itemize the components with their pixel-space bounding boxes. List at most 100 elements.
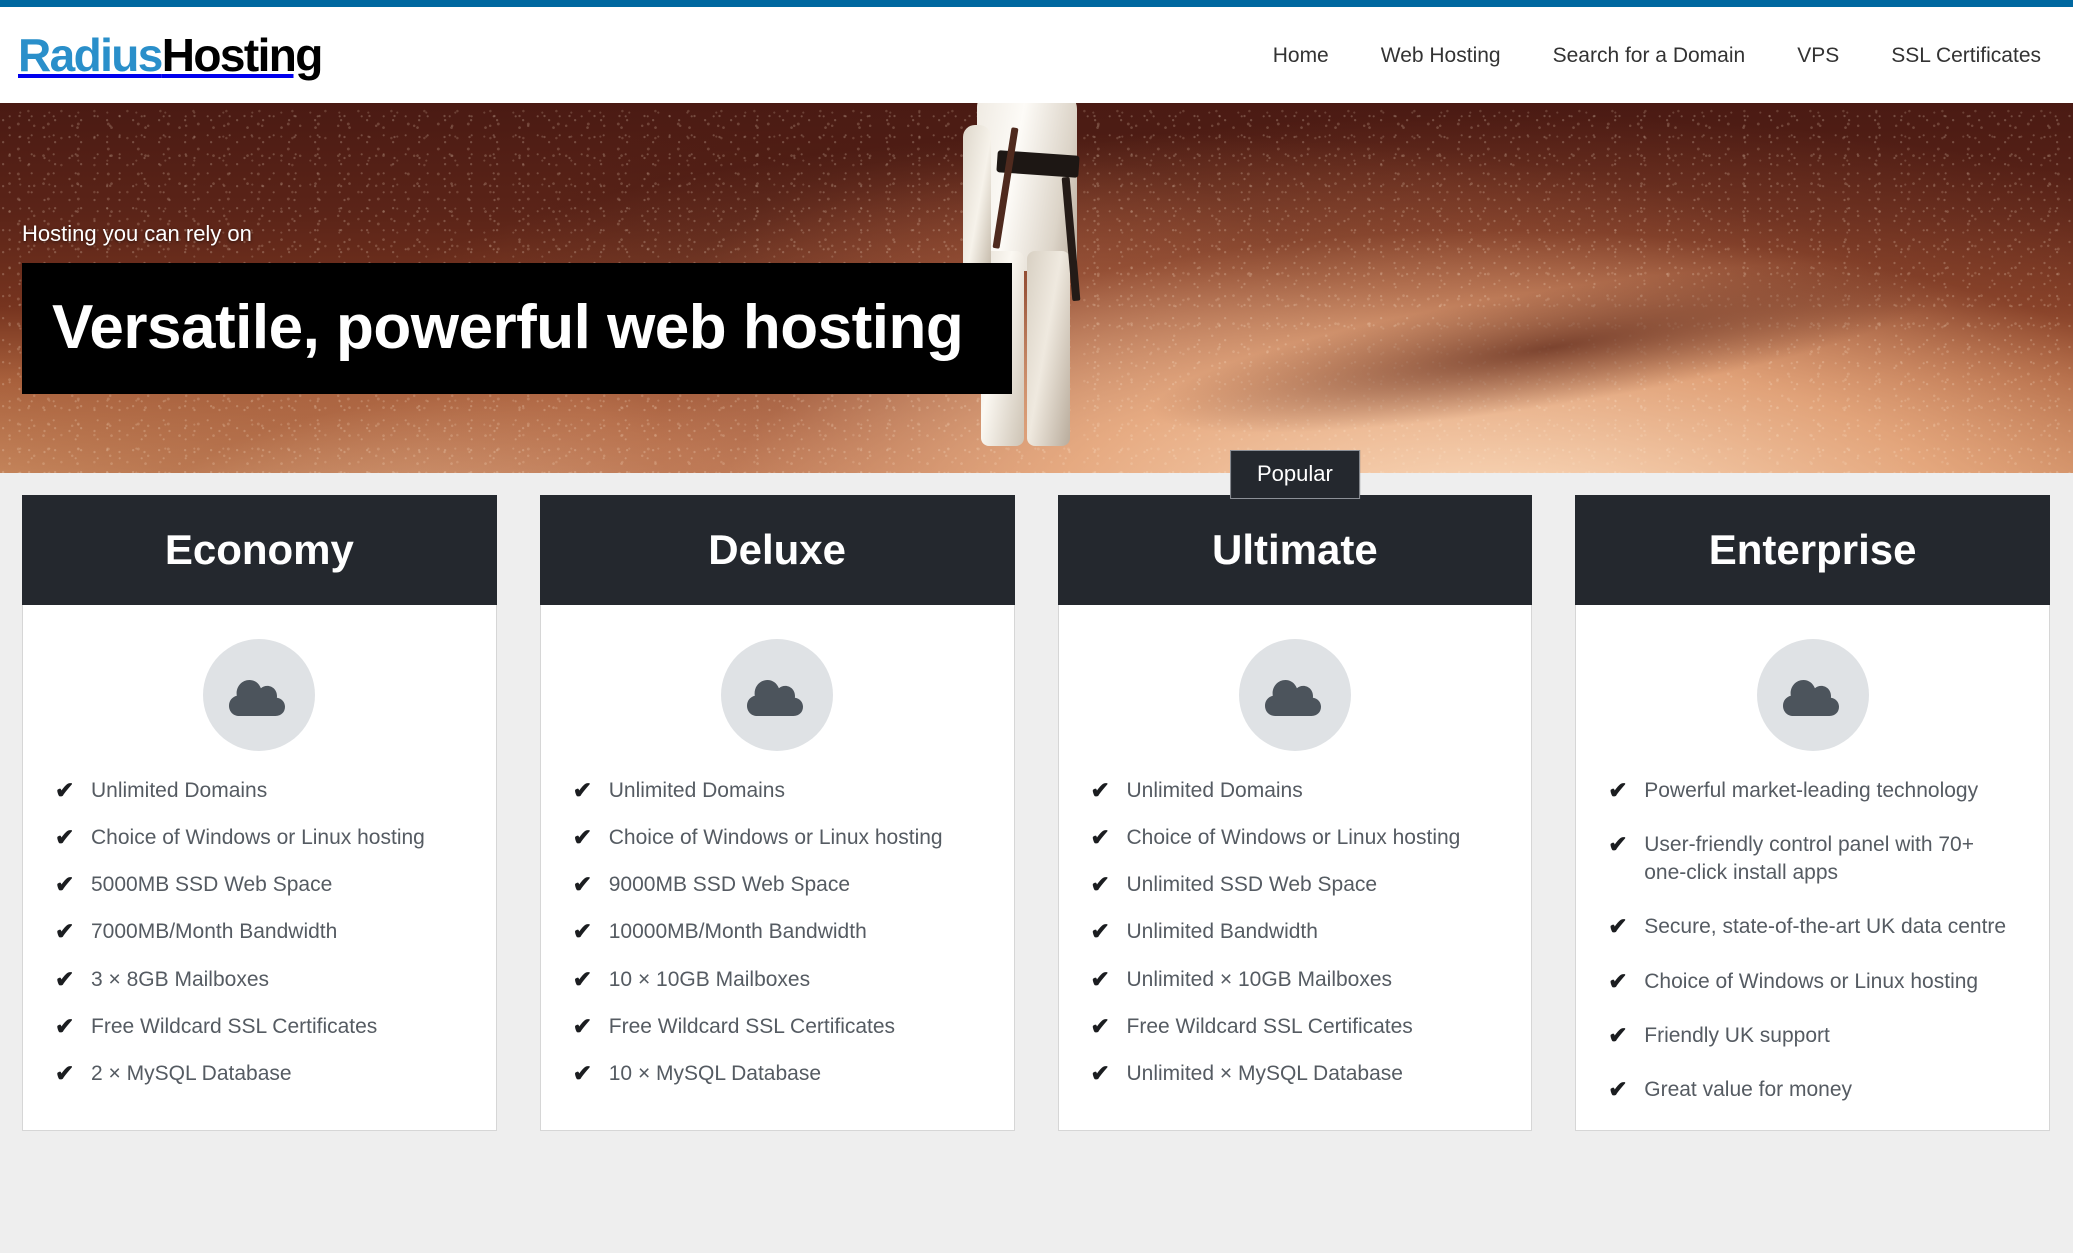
check-icon: ✔: [1090, 1012, 1110, 1039]
plan-icon-wrap: [1059, 639, 1532, 777]
feature-text: 9000MB SSD Web Space: [608, 873, 850, 897]
feature-text: Unlimited Domains: [91, 779, 268, 802]
check-icon: ✔: [572, 1012, 593, 1039]
logo-text-secondary: Hosting: [161, 29, 324, 81]
feature-item: ✔ Unlimited Domains: [1091, 777, 1502, 805]
feature-item: ✔ Unlimited × MySQL Database: [1091, 1060, 1502, 1088]
check-icon: ✔: [1608, 777, 1628, 803]
nav-item-home[interactable]: Home: [1247, 45, 1355, 66]
hero-content: Hosting you can rely on Versatile, power…: [0, 103, 2073, 473]
feature-item: ✔ 9000MB SSD Web Space: [573, 871, 984, 899]
site-logo[interactable]: Radius Hosting: [18, 29, 324, 81]
check-icon: ✔: [1090, 918, 1110, 945]
nav-item-search-for-a-domain[interactable]: Search for a Domain: [1527, 45, 1772, 66]
pricing-plans-section: Economy ✔ Unlimited Domains ✔ Choice of Wi…: [0, 450, 2073, 1253]
feature-item: ✔ 10 × MySQL Database: [573, 1060, 984, 1088]
feature-item: ✔ Unlimited Domains: [573, 777, 984, 805]
plan-card-ultimate[interactable]: Popular Ultimate ✔ Unlimited Domains ✔ Cho…: [1057, 450, 1533, 1131]
feature-text: Unlimited Bandwidth: [1126, 920, 1318, 944]
feature-text: 10 × 10GB Mailboxes: [608, 967, 811, 991]
feature-item: ✔ Choice of Windows or Linux hosting: [1091, 824, 1502, 852]
plan-body: ✔ Powerful market-leading technology ✔ Use…: [1576, 605, 2049, 1104]
plan-header: Deluxe: [539, 495, 1015, 605]
feature-item: ✔ 7000MB/Month Bandwidth: [55, 918, 466, 946]
feature-text: Choice of Windows or Linux hosting: [1126, 826, 1461, 850]
main-navigation: Home Web Hosting Search for a Domain VPS…: [1247, 45, 2049, 66]
cloud-icon: [1782, 680, 1839, 716]
feature-item: ✔ 10000MB/Month Bandwidth: [573, 918, 984, 946]
feature-text: Free Wildcard SSL Certificates: [608, 1014, 896, 1038]
nav-item-ssl-certificates[interactable]: SSL Certificates: [1865, 45, 2049, 66]
feature-text: 5000MB SSD Web Space: [91, 873, 333, 897]
check-icon: ✔: [55, 965, 75, 992]
plan-feature-list: ✔ Unlimited Domains ✔ Choice of Windows or…: [541, 777, 1014, 1088]
plan-feature-list: ✔ Powerful market-leading technology ✔ Use…: [1576, 777, 2049, 1104]
feature-item: ✔ User-friendly control panel with 70+ on…: [1608, 831, 2019, 887]
plan-card-economy[interactable]: Economy ✔ Unlimited Domains ✔ Choice of Wi…: [22, 495, 497, 1131]
check-icon: ✔: [55, 918, 75, 945]
feature-text: Choice of Windows or Linux hosting: [91, 826, 425, 850]
check-icon: ✔: [572, 824, 593, 851]
cloud-icon: [747, 680, 804, 716]
feature-text: 10 × MySQL Database: [608, 1061, 822, 1085]
nav-item-vps[interactable]: VPS: [1771, 45, 1865, 66]
feature-text: 3 × 8GB Mailboxes: [91, 967, 270, 991]
feature-item: ✔ Free Wildcard SSL Certificates: [573, 1013, 984, 1041]
feature-text: Free Wildcard SSL Certificates: [91, 1014, 378, 1038]
check-icon: ✔: [1608, 831, 1628, 858]
plan-body: ✔ Unlimited Domains ✔ Choice of Windows or…: [1059, 605, 1532, 1088]
site-header: Radius Hosting Home Web Hosting Search fo…: [0, 7, 2073, 103]
hero-kicker: Hosting you can rely on: [22, 221, 252, 246]
feature-text: Secure, state-of-the-art UK data centre: [1644, 915, 2007, 939]
check-icon: ✔: [1608, 913, 1628, 940]
plan-feature-list: ✔ Unlimited Domains ✔ Choice of Windows or…: [23, 777, 496, 1088]
feature-item: ✔ Great value for money: [1608, 1076, 2019, 1104]
plan-icon-circle: [1756, 639, 1869, 751]
feature-text: Free Wildcard SSL Certificates: [1126, 1014, 1413, 1038]
feature-text: Unlimited Domains: [1126, 779, 1303, 802]
feature-text: Unlimited SSD Web Space: [1126, 873, 1378, 897]
feature-text: Choice of Windows or Linux hosting: [608, 826, 943, 850]
plan-header: Ultimate: [1057, 495, 1533, 605]
check-icon: ✔: [55, 1059, 75, 1086]
feature-item: ✔ Secure, state-of-the-art UK data centre: [1608, 913, 2019, 941]
feature-text: Choice of Windows or Linux hosting: [1644, 969, 1979, 993]
plan-body: ✔ Unlimited Domains ✔ Choice of Windows or…: [541, 605, 1014, 1088]
feature-text: Powerful market-leading technology: [1644, 779, 1979, 802]
feature-item: ✔ Unlimited Domains: [55, 777, 466, 805]
check-icon: ✔: [1090, 965, 1110, 992]
feature-item: ✔ 5000MB SSD Web Space: [55, 871, 466, 899]
nav-item-web-hosting[interactable]: Web Hosting: [1355, 45, 1527, 66]
feature-text: User-friendly control panel with 70+ one…: [1644, 833, 1974, 885]
top-accent-bar: [0, 0, 2073, 7]
feature-item: ✔ Free Wildcard SSL Certificates: [55, 1013, 466, 1041]
feature-text: 7000MB/Month Bandwidth: [91, 920, 338, 944]
check-icon: ✔: [55, 871, 75, 898]
cloud-icon: [229, 680, 286, 716]
plan-name: Economy: [164, 526, 354, 573]
plan-icon-wrap: [541, 639, 1014, 777]
plan-header: Economy: [22, 495, 497, 605]
cloud-icon: [1264, 680, 1321, 716]
plan-name: Deluxe: [708, 526, 846, 573]
plan-card-deluxe[interactable]: Deluxe ✔ Unlimited Domains ✔ Choice of Win…: [539, 495, 1015, 1131]
check-icon: ✔: [1090, 871, 1110, 898]
feature-text: 10000MB/Month Bandwidth: [608, 920, 867, 944]
feature-item: ✔ Unlimited SSD Web Space: [1091, 871, 1502, 899]
check-icon: ✔: [1608, 1021, 1628, 1048]
plan-card-enterprise[interactable]: Enterprise ✔ Powerful market-leading tech…: [1575, 495, 2050, 1131]
feature-item: ✔ 10 × 10GB Mailboxes: [573, 966, 984, 994]
hero-title: Versatile, powerful web hosting: [52, 293, 964, 362]
feature-item: ✔ Choice of Windows or Linux hosting: [1608, 968, 2019, 996]
feature-text: Friendly UK support: [1644, 1023, 1830, 1047]
feature-text: Unlimited × MySQL Database: [1126, 1061, 1403, 1085]
check-icon: ✔: [1608, 1075, 1628, 1102]
check-icon: ✔: [572, 871, 593, 898]
check-icon: ✔: [55, 1012, 75, 1039]
feature-item: ✔ Unlimited Bandwidth: [1091, 918, 1502, 946]
hero-title-box: Versatile, powerful web hosting: [22, 263, 1012, 395]
feature-item: ✔ Choice of Windows or Linux hosting: [573, 824, 984, 852]
check-icon: ✔: [1090, 777, 1110, 803]
check-icon: ✔: [572, 965, 593, 992]
plan-icon-circle: [1238, 639, 1351, 751]
